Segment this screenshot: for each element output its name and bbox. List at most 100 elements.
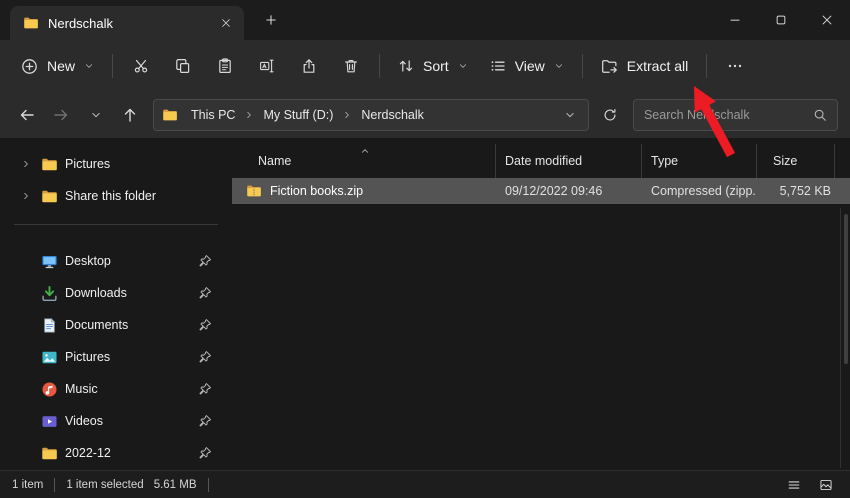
share-button[interactable] (288, 48, 330, 84)
refresh-button[interactable] (595, 100, 625, 131)
chevron-down-icon (84, 61, 94, 71)
arrow-right-icon (53, 107, 69, 123)
column-header-type[interactable]: Type (642, 144, 757, 178)
status-divider (54, 478, 55, 492)
new-tab-button[interactable] (256, 5, 286, 35)
folder-icon (23, 15, 39, 31)
file-rows: Fiction books.zip 09/12/2022 09:46 Compr… (232, 178, 850, 470)
thumbnails-view-button[interactable] (814, 475, 838, 495)
rename-button[interactable] (246, 48, 288, 84)
toolbar-separator (706, 54, 707, 78)
sort-button-label: Sort (423, 58, 449, 74)
file-size-cell: 5,752 KB (757, 184, 835, 198)
sidebar-item-2022-12[interactable]: 2022-12 (4, 437, 228, 469)
pin-icon (198, 350, 212, 364)
forward-button[interactable] (46, 100, 76, 131)
close-icon (220, 17, 232, 29)
sidebar-divider (14, 224, 218, 225)
breadcrumb-my-stuff-d[interactable]: My Stuff (D:) (256, 102, 340, 128)
rename-icon (259, 58, 275, 74)
up-button[interactable] (115, 100, 145, 131)
column-headers: Name Date modified Type Size (232, 144, 850, 178)
command-toolbar: New Sort View Extract all (0, 40, 850, 92)
sidebar-item-label: Share this folder (65, 189, 156, 203)
breadcrumb-this-pc[interactable]: This PC (184, 102, 242, 128)
sidebar-item-label: Pictures (65, 350, 110, 364)
chevron-spacer (18, 285, 34, 301)
address-dropdown-button[interactable] (560, 105, 580, 125)
title-bar: Nerdschalk (0, 0, 850, 40)
column-header-size[interactable]: Size (757, 144, 835, 178)
explorer-tab[interactable]: Nerdschalk (10, 6, 244, 40)
sidebar-item-label: Desktop (65, 254, 111, 268)
recent-locations-button[interactable] (81, 100, 111, 131)
new-button[interactable]: New (10, 48, 105, 84)
search-input[interactable] (644, 108, 805, 122)
documents-icon (41, 317, 58, 334)
ellipsis-icon (727, 58, 743, 74)
main-area: Pictures Share this folder Desktop Downl… (0, 138, 850, 470)
cut-button[interactable] (120, 48, 162, 84)
sort-arrows-icon (398, 58, 414, 74)
extract-all-button[interactable]: Extract all (590, 48, 699, 84)
plus-circle-icon (21, 58, 38, 75)
sidebar-item-music[interactable]: Music (4, 373, 228, 405)
videos-icon (41, 413, 58, 430)
tab-close-button[interactable] (214, 11, 238, 35)
copy-icon (175, 58, 191, 74)
folder-icon (162, 107, 178, 123)
paste-button[interactable] (204, 48, 246, 84)
delete-button[interactable] (330, 48, 372, 84)
column-header-label: Name (258, 154, 291, 168)
sidebar-item-label: 2022-12 (65, 446, 111, 460)
more-options-button[interactable] (714, 48, 756, 84)
expand-chevron[interactable] (18, 156, 34, 172)
copy-button[interactable] (162, 48, 204, 84)
close-icon (820, 13, 834, 27)
column-header-name[interactable]: Name (232, 144, 496, 178)
pin-icon (198, 254, 212, 268)
sidebar-item-desktop[interactable]: Desktop (4, 245, 228, 277)
sidebar-item-documents[interactable]: Documents (4, 309, 228, 341)
maximize-button[interactable] (758, 0, 804, 40)
sidebar-item-share-this-folder[interactable]: Share this folder (4, 180, 228, 212)
paste-icon (217, 58, 233, 74)
sidebar-item-downloads[interactable]: Downloads (4, 277, 228, 309)
close-button[interactable] (804, 0, 850, 40)
breadcrumb-nerdschalk[interactable]: Nerdschalk (354, 102, 431, 128)
view-button[interactable]: View (479, 48, 575, 84)
pin-icon (198, 286, 212, 300)
sort-button[interactable]: Sort (387, 48, 479, 84)
sidebar-item-label: Documents (65, 318, 128, 332)
sidebar-item-pictures-tree[interactable]: Pictures (4, 148, 228, 180)
pin-icon (198, 414, 212, 428)
back-button[interactable] (12, 100, 42, 131)
column-header-label: Size (773, 154, 797, 168)
column-header-date-modified[interactable]: Date modified (496, 144, 642, 178)
window-controls (712, 0, 850, 40)
sidebar-item-pictures[interactable]: Pictures (4, 341, 228, 373)
status-divider (208, 478, 209, 492)
chevron-right-icon (21, 191, 31, 201)
column-header-label: Type (651, 154, 678, 168)
file-explorer-window: Nerdschalk New Sort (0, 0, 850, 498)
details-view-button[interactable] (782, 475, 806, 495)
sidebar-item-label: Videos (65, 414, 103, 428)
pictures-icon (41, 349, 58, 366)
file-row-fiction-books-zip[interactable]: Fiction books.zip 09/12/2022 09:46 Compr… (232, 178, 850, 204)
scrollbar-thumb[interactable] (844, 214, 848, 364)
sidebar-item-videos[interactable]: Videos (4, 405, 228, 437)
minimize-button[interactable] (712, 0, 758, 40)
minimize-icon (728, 13, 742, 27)
search-box (633, 99, 838, 131)
view-list-icon (490, 58, 506, 74)
pin-icon (198, 318, 212, 332)
share-icon (301, 58, 317, 74)
chevron-spacer (18, 253, 34, 269)
expand-chevron[interactable] (18, 188, 34, 204)
chevron-spacer (18, 381, 34, 397)
sidebar-item-label: Music (65, 382, 98, 396)
breadcrumb[interactable]: This PC My Stuff (D:) Nerdschalk (153, 99, 589, 131)
chevron-down-icon (458, 61, 468, 71)
vertical-scrollbar[interactable] (840, 208, 850, 468)
